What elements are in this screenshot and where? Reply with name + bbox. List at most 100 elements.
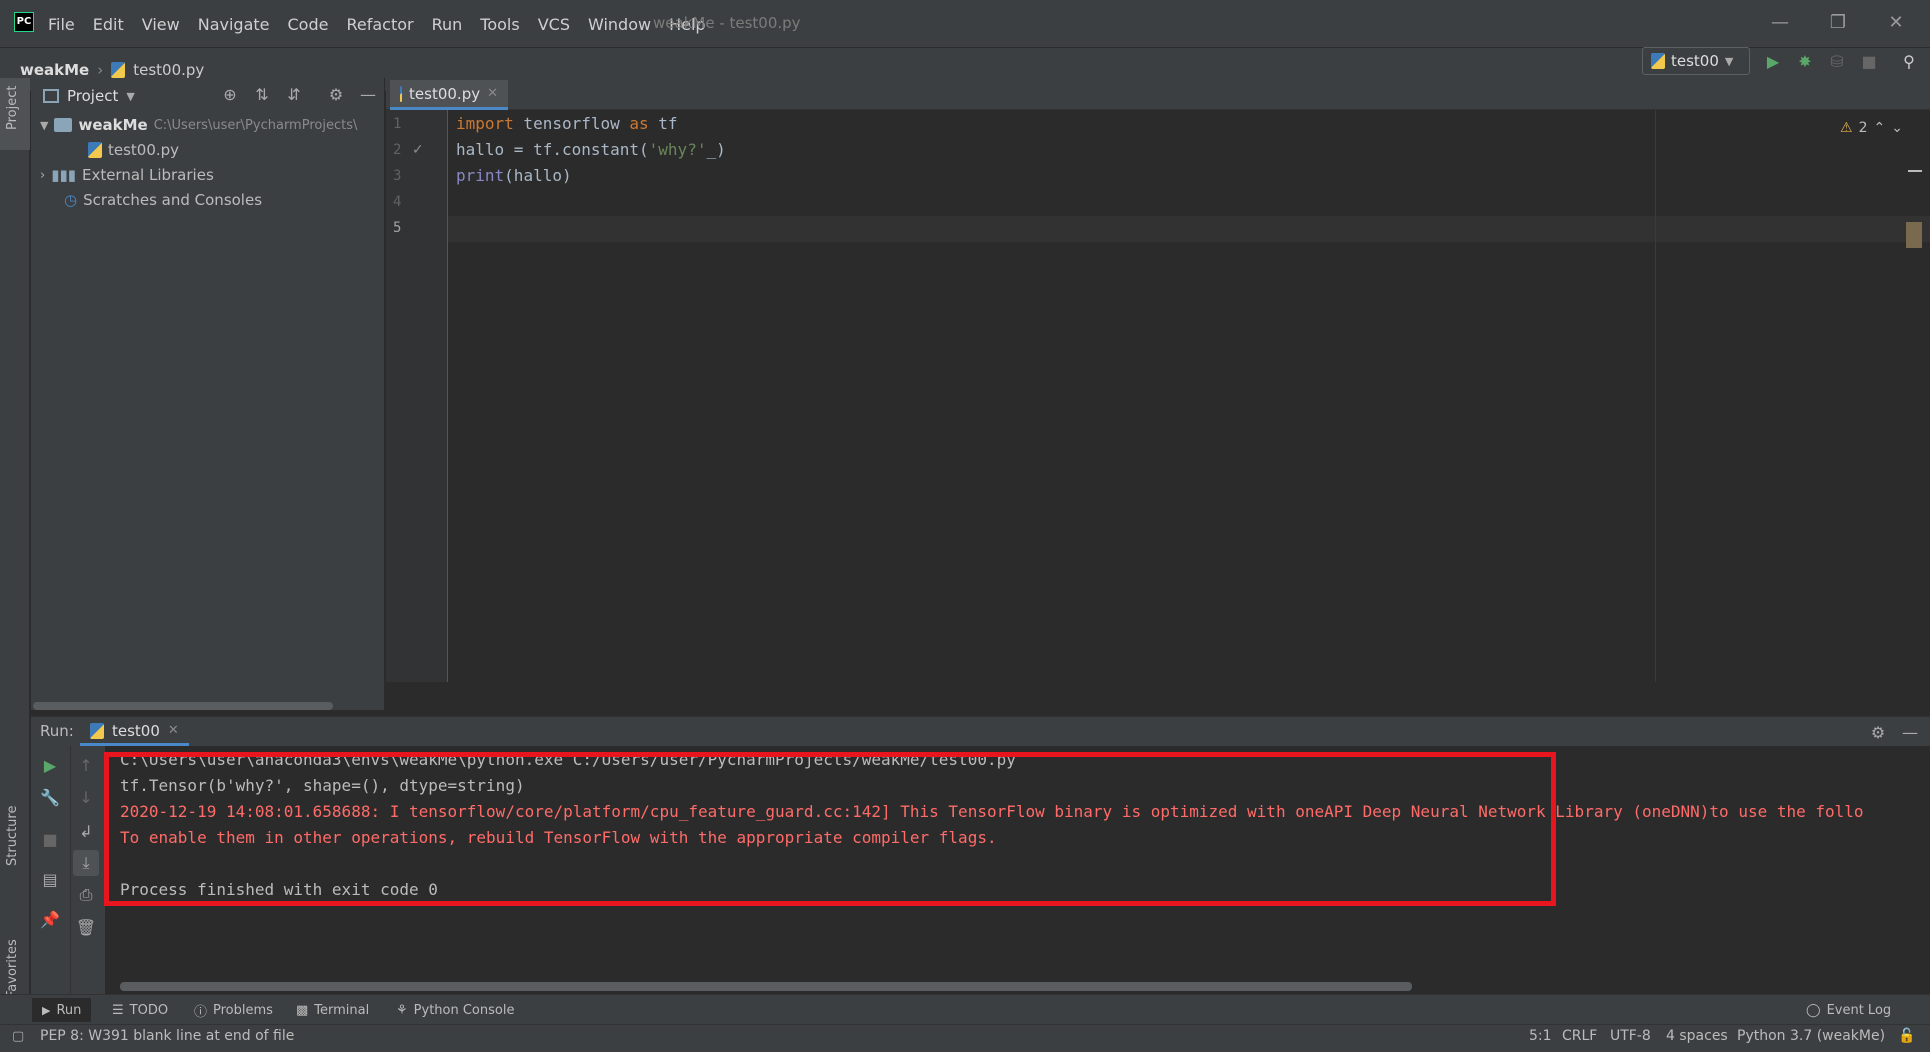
run-tab-test00[interactable]: test00 ✕ <box>80 718 189 746</box>
close-tab-icon[interactable]: ✕ <box>168 723 179 738</box>
tree-root-weakme[interactable]: ▼ weakMe C:\Users\user\PycharmProjects\ <box>40 113 357 137</box>
project-tool-tab[interactable]: Project <box>5 86 20 130</box>
menu-view[interactable]: View <box>142 15 180 34</box>
code-text: _) <box>706 140 726 159</box>
inspection-widget[interactable]: ⚠ 2 ⌃ ⌄ <box>1840 120 1903 136</box>
tree-item-external-libraries[interactable]: › ▮▮▮ External Libraries <box>40 163 214 187</box>
status-indent[interactable]: 4 spaces <box>1666 1028 1728 1044</box>
python-icon <box>1651 53 1665 69</box>
event-log-icon: ◯ <box>1806 1002 1821 1018</box>
editor-tab-label: test00.py <box>409 84 481 103</box>
search-icon[interactable]: ⚲ <box>1896 48 1922 74</box>
up-arrow-icon[interactable]: ↑ <box>75 754 97 776</box>
code-line-1[interactable]: import tensorflow as tf <box>456 114 678 133</box>
info-icon: ⓘ <box>194 1004 208 1020</box>
left-tool-stripe: Project Structure Favorites <box>0 78 30 1018</box>
menu-navigate[interactable]: Navigate <box>198 15 270 34</box>
bottom-tab-todo[interactable]: ☰ TODO <box>112 998 168 1022</box>
layout-icon[interactable]: ▤ <box>39 868 61 890</box>
run-icon[interactable]: ▶ <box>1760 48 1786 74</box>
tool-window-toggle-icon[interactable]: ▢ <box>12 1029 24 1044</box>
down-arrow-icon[interactable]: ↓ <box>75 786 97 808</box>
code-line-2[interactable]: hallo = tf.constant('why?'_) <box>456 140 726 159</box>
code-text: (hallo) <box>504 166 572 185</box>
chevron-down-icon[interactable]: ▼ <box>126 90 134 103</box>
chevron-down-icon[interactable]: ⌄ <box>1891 120 1903 136</box>
keyword: import <box>456 114 514 133</box>
status-position[interactable]: 5:1 <box>1529 1028 1552 1044</box>
favorites-tool-tab[interactable]: Favorites <box>5 939 20 998</box>
print-icon[interactable]: ⎙ <box>75 884 97 906</box>
gear-icon[interactable]: ⚙ <box>324 82 348 106</box>
rerun-icon[interactable]: ▶ <box>39 754 61 776</box>
editor-scroll-marker[interactable] <box>1906 222 1922 248</box>
menu-refactor[interactable]: Refactor <box>346 15 413 34</box>
chevron-right-icon[interactable]: › <box>40 168 45 183</box>
right-margin-guide <box>1655 110 1656 682</box>
trash-icon[interactable]: 🗑 <box>75 916 97 938</box>
status-line-separator[interactable]: CRLF <box>1562 1028 1597 1044</box>
breadcrumb-file[interactable]: test00.py <box>133 61 204 79</box>
close-icon[interactable]: ✕ <box>1884 10 1908 34</box>
bottom-tab-event-log[interactable]: ◯ Event Log <box>1806 998 1891 1022</box>
line-number: 3 <box>393 168 402 184</box>
code-line-3[interactable]: print(hallo) <box>456 166 572 185</box>
status-interpreter[interactable]: Python 3.7 (weakMe) <box>1737 1028 1885 1044</box>
python-file-icon <box>88 142 102 158</box>
stop-icon[interactable]: ■ <box>1856 48 1882 74</box>
bottom-tab-run[interactable]: ▶ Run <box>32 998 92 1022</box>
bottom-tab-terminal[interactable]: ▩ Terminal <box>296 998 369 1022</box>
editor-tab-test00[interactable]: test00.py ✕ <box>390 80 508 110</box>
pin-icon[interactable]: 📌 <box>39 908 61 930</box>
tree-item-test00[interactable]: test00.py <box>88 138 179 162</box>
locate-icon[interactable]: ⊕ <box>218 82 242 106</box>
bottom-tab-problems[interactable]: ⓘ Problems <box>194 998 273 1022</box>
coverage-icon[interactable]: ⛁ <box>1824 48 1850 74</box>
menu-window[interactable]: Window <box>588 15 651 34</box>
expand-all-icon[interactable]: ⇅ <box>250 82 274 106</box>
breadcrumb-project[interactable]: weakMe <box>20 61 89 79</box>
bottom-tool-bar <box>0 994 1930 1024</box>
lock-icon[interactable]: 🔓 <box>1898 1028 1915 1044</box>
menu-edit[interactable]: Edit <box>93 15 124 34</box>
project-horizontal-scrollbar[interactable] <box>33 702 333 710</box>
stop-icon[interactable]: ■ <box>39 828 61 850</box>
project-view-title[interactable]: Project <box>67 87 118 105</box>
menu-code[interactable]: Code <box>288 15 329 34</box>
bottom-tab-python-console[interactable]: ⚘ Python Console <box>396 998 514 1022</box>
collapse-all-icon[interactable]: ⇵ <box>282 82 306 106</box>
run-toolbar: ▶ 🔧 ■ ▤ 📌 ↑ ↓ ↲ ⤓ ⎙ 🗑 <box>31 746 105 994</box>
run-configuration-select[interactable]: test00 ▼ <box>1642 47 1750 75</box>
current-line-highlight <box>448 216 1930 242</box>
menu-file[interactable]: File <box>48 15 75 34</box>
debug-icon[interactable]: ✸ <box>1792 48 1818 74</box>
tree-root-label: weakMe <box>78 116 148 134</box>
tree-item-scratches[interactable]: ◷ Scratches and Consoles <box>64 188 262 212</box>
chevron-down-icon[interactable]: ▼ <box>40 119 48 132</box>
menu-vcs[interactable]: VCS <box>538 15 570 34</box>
scroll-to-end-icon[interactable]: ⤓ <box>73 850 99 876</box>
status-encoding[interactable]: UTF-8 <box>1610 1028 1651 1044</box>
python-file-icon <box>111 62 126 78</box>
hide-panel-icon[interactable]: — <box>356 82 380 106</box>
python-icon: ⚘ <box>396 1002 408 1018</box>
code-editor[interactable] <box>448 110 1930 682</box>
keyword: as <box>629 114 649 133</box>
bottom-tab-label: Problems <box>213 1002 273 1018</box>
close-tab-icon[interactable]: ✕ <box>487 86 498 101</box>
structure-tool-tab[interactable]: Structure <box>5 806 20 866</box>
tree-item-label: Scratches and Consoles <box>83 191 263 209</box>
soft-wrap-icon[interactable]: ↲ <box>75 820 97 842</box>
console-horizontal-scrollbar[interactable] <box>120 982 1412 991</box>
menu-tools[interactable]: Tools <box>480 15 519 34</box>
run-icon: ▶ <box>42 1003 51 1017</box>
hide-panel-icon[interactable]: — <box>1898 720 1922 744</box>
gear-icon[interactable]: ⚙ <box>1866 720 1890 744</box>
minimize-icon[interactable]: — <box>1768 10 1792 34</box>
wrench-icon[interactable]: 🔧 <box>39 786 61 808</box>
menu-run[interactable]: Run <box>432 15 463 34</box>
chevron-up-icon[interactable]: ⌃ <box>1873 120 1885 136</box>
builtin: print <box>456 166 505 185</box>
restore-icon[interactable]: ❐ <box>1826 10 1850 34</box>
run-tool-header <box>31 716 1930 746</box>
